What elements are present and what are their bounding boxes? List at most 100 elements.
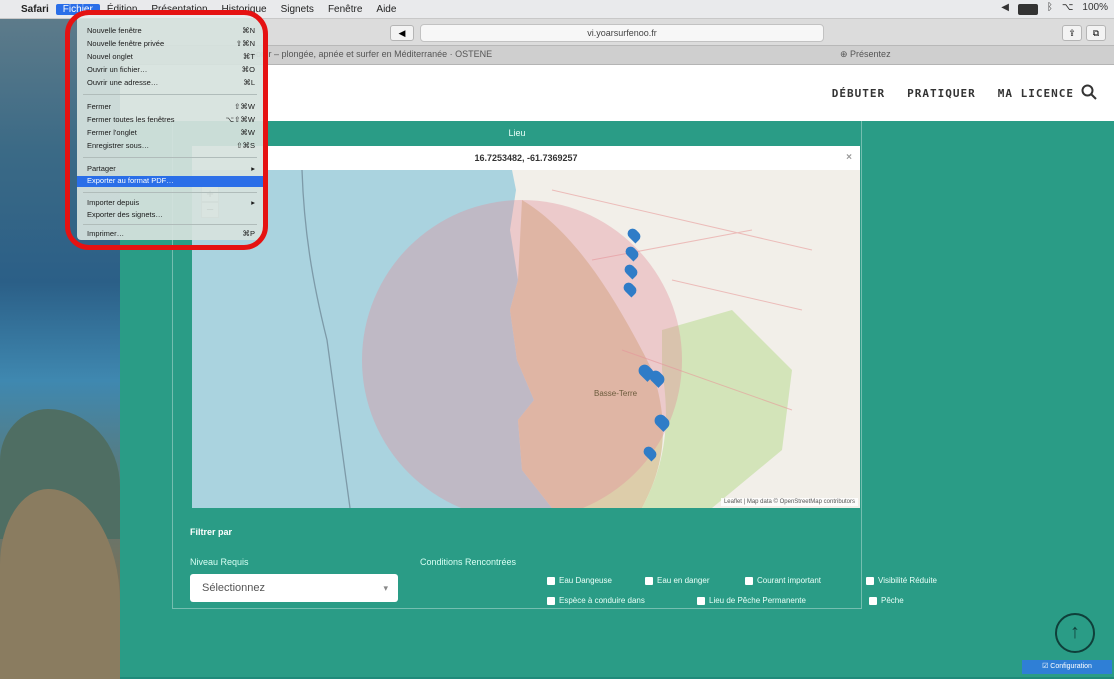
menu-separator — [83, 94, 257, 95]
tab-bar: Sortir – plongée, apnée et surfer en Méd… — [120, 46, 1114, 65]
chevron-right-icon: ▸ — [251, 164, 255, 173]
menu-item-shortcut: ⌘L — [243, 78, 255, 87]
checkbox-eau-dangeuse[interactable]: Eau Dangeuse — [547, 576, 612, 585]
conditions-label: Conditions Rencontrées — [420, 557, 517, 567]
menu-item-label: Nouvelle fenêtre privée — [87, 39, 165, 48]
menu-item-share[interactable]: Partager ▸ — [87, 164, 255, 173]
checkbox-visibilite[interactable]: Visibilité Réduite — [866, 576, 937, 585]
map-attribution[interactable]: Leaflet | Map data © OpenStreetMap contr… — [720, 498, 858, 506]
menu-item-shortcut: ⌘T — [242, 52, 255, 61]
region-label: Basse-Terre — [594, 389, 638, 398]
status-area: ◀ ᛒ ⌥ 100% — [1001, 2, 1108, 15]
menu-presentation[interactable]: Présentation — [144, 4, 214, 15]
menu-item-shortcut: ⌘W — [240, 128, 255, 137]
nav-debuter[interactable]: DÉBUTER — [832, 87, 885, 100]
map-tiles[interactable]: Basse-Terre — [192, 170, 860, 508]
bluetooth-icon[interactable]: ᛒ — [1047, 2, 1053, 15]
menu-item-export-pdf[interactable]: Exporter au format PDF… — [77, 176, 263, 187]
checkbox-eau-danger[interactable]: Eau en danger — [645, 576, 710, 585]
menu-item-export-bookmarks[interactable]: Exporter des signets… — [87, 210, 255, 219]
checkbox-label: Courant important — [757, 576, 822, 585]
menu-item-close[interactable]: Fermer ⇧⌘W — [87, 102, 255, 111]
menu-item-print[interactable]: Imprimer… ⌘P — [87, 229, 255, 238]
menu-item-label: Ouvrir une adresse… — [87, 78, 159, 87]
checkbox-box[interactable] — [547, 596, 555, 605]
menu-item-new-private-window[interactable]: Nouvelle fenêtre privée ⇧⌘N — [87, 39, 255, 48]
menu-item-shortcut: ⇧⌘N — [235, 39, 255, 48]
map[interactable]: 16.7253482, -61.7369257 × Basse-Terre + … — [192, 146, 860, 508]
battery-icon[interactable] — [1017, 4, 1038, 15]
menu-item-shortcut: ⇧⌘S — [236, 141, 255, 150]
menu-fichier[interactable]: Fichier — [55, 3, 100, 15]
nav-ma-licence[interactable]: MA LICENCE — [998, 87, 1074, 100]
menu-item-open-address[interactable]: Ouvrir une adresse… ⌘L — [87, 78, 255, 87]
scroll-to-top-button[interactable]: ↑ — [1055, 613, 1095, 653]
status-icon[interactable]: ◀ — [1001, 2, 1009, 15]
zoom-status[interactable]: 100% — [1082, 2, 1108, 15]
menu-item-shortcut: ⌘P — [242, 229, 255, 238]
menu-item-import[interactable]: Importer depuis ▸ — [87, 198, 255, 207]
map-section-label: Lieu — [508, 128, 526, 138]
file-menu-dropdown: Nouvelle fenêtre ⌘N Nouvelle fenêtre priv… — [77, 18, 263, 240]
checkbox-box[interactable] — [697, 596, 705, 605]
niveau-select[interactable]: Sélectionnez ▾ — [190, 574, 398, 602]
checkbox-lieu-peche[interactable]: Lieu de Pêche Permanente — [697, 596, 806, 605]
menu-item-label: Importer depuis — [87, 198, 140, 207]
checkbox-courant[interactable]: Courant important — [745, 576, 821, 585]
menu-item-label: Partager — [87, 164, 116, 173]
nav-pratiquer[interactable]: PRATIQUER — [907, 87, 976, 100]
niveau-label: Niveau Requis — [190, 557, 249, 567]
menu-item-label: Fermer l'onglet — [87, 128, 137, 137]
app-menu[interactable]: Safari — [14, 4, 56, 15]
menu-item-label: Exporter au format PDF… — [87, 176, 174, 185]
menu-item-close-tab[interactable]: Fermer l'onglet ⌘W — [87, 128, 255, 137]
menu-aide[interactable]: Aide — [369, 4, 403, 15]
map-coords: 16.7253482, -61.7369257 — [474, 153, 578, 163]
filters-title: Filtrer par — [190, 527, 233, 537]
chevron-down-icon: ▾ — [383, 583, 388, 593]
checkbox-espece[interactable]: Espèce à conduire dans — [547, 596, 645, 605]
wifi-icon[interactable]: ⌥ — [1062, 2, 1074, 15]
tab-current[interactable]: Sortir – plongée, apnée et surfer en Méd… — [250, 49, 492, 59]
menu-item-open-file[interactable]: Ouvrir un fichier… ⌘O — [87, 65, 255, 74]
menu-item-save-as[interactable]: Enregistrer sous… ⇧⌘S — [87, 141, 255, 150]
chevron-right-icon: ▸ — [251, 198, 255, 207]
menu-item-label: Ouvrir un fichier… — [87, 65, 148, 74]
radius-circle — [362, 200, 682, 508]
tab-other[interactable]: ⊕ Présentez — [840, 49, 891, 60]
menu-item-label: Fermer toutes les fenêtres — [87, 115, 175, 124]
tabs-button[interactable]: ⧉ — [1086, 25, 1106, 41]
url-bar[interactable]: vi.yoarsurfenoo.fr — [420, 24, 824, 42]
checkbox-box[interactable] — [645, 576, 653, 585]
checkbox-label: Pêche — [881, 596, 904, 605]
menu-bar: Safari Fichier Édition Présentation Hist… — [0, 0, 1114, 19]
menu-historique[interactable]: Historique — [215, 4, 274, 15]
menu-item-label: Nouvelle fenêtre — [87, 26, 142, 35]
menu-item-shortcut: ⌘O — [241, 65, 255, 74]
menu-fenetre[interactable]: Fenêtre — [321, 4, 369, 15]
checkbox-box[interactable] — [869, 596, 877, 605]
menu-separator — [83, 157, 257, 158]
checkbox-box[interactable] — [866, 576, 874, 585]
checkbox-label: Lieu de Pêche Permanente — [709, 596, 806, 605]
config-button[interactable]: ☑ Configuration — [1022, 660, 1112, 674]
menu-item-label: Imprimer… — [87, 229, 125, 238]
checkbox-peche[interactable]: Pêche — [869, 596, 904, 605]
menu-item-shortcut: ⌥⇧⌘W — [225, 115, 255, 124]
map-coords-bar: 16.7253482, -61.7369257 × — [192, 146, 860, 171]
menu-item-new-tab[interactable]: Nouvel onglet ⌘T — [87, 52, 255, 61]
menu-item-new-window[interactable]: Nouvelle fenêtre ⌘N — [87, 26, 255, 35]
search-icon[interactable] — [1080, 83, 1098, 101]
checkbox-box[interactable] — [745, 576, 753, 585]
back-button[interactable]: ◀ — [390, 25, 414, 41]
checkbox-label: Eau Dangeuse — [559, 576, 612, 585]
menu-item-label: Nouvel onglet — [87, 52, 133, 61]
menu-item-close-all[interactable]: Fermer toutes les fenêtres ⌥⇧⌘W — [87, 115, 255, 124]
menu-signets[interactable]: Signets — [274, 4, 321, 15]
menu-item-shortcut: ⌘N — [242, 26, 255, 35]
menu-item-label: Fermer — [87, 102, 112, 111]
checkbox-box[interactable] — [547, 576, 555, 585]
close-icon[interactable]: × — [846, 146, 852, 170]
share-button[interactable]: ⇪ — [1062, 25, 1082, 41]
menu-edition[interactable]: Édition — [100, 4, 145, 15]
